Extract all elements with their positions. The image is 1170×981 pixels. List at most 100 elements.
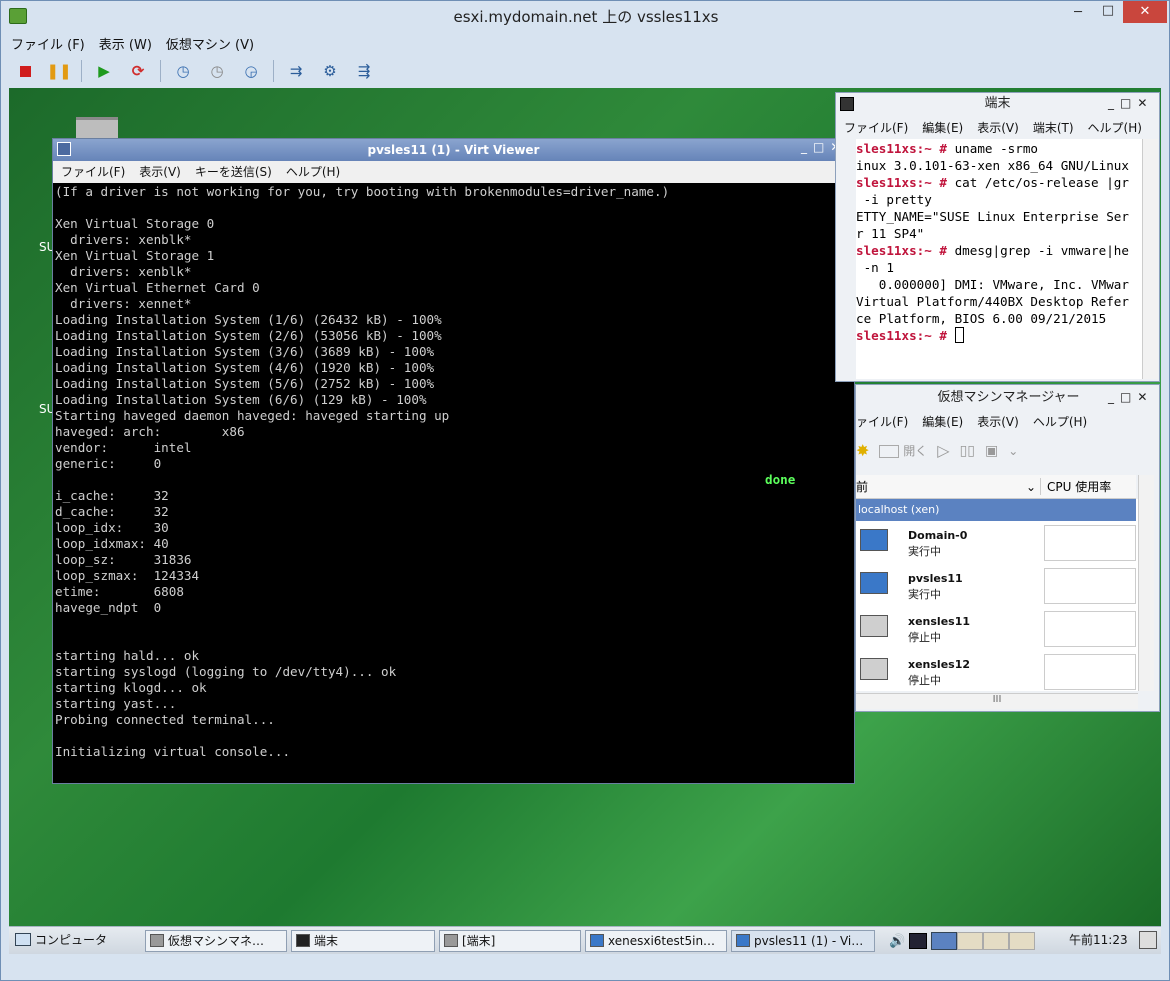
menu-vm[interactable]: 仮想マシン (V) — [166, 34, 254, 54]
vm-row-xensles12[interactable]: xensles12 停止中 — [856, 650, 1136, 693]
vm-manager-toolbar: ✸ 開く ▷ ▯▯ ▣ ⌄ — [856, 441, 1018, 460]
console-line: Loading Installation System (5/6) (2752 … — [55, 376, 435, 391]
play-icon[interactable]: ▶ — [90, 58, 118, 84]
menu-file[interactable]: ファイル(F) — [844, 119, 908, 136]
terminal-text: 0.000000] DMI: VMware, Inc. VMwar — [856, 277, 1129, 292]
pause-icon[interactable]: ❚❚ — [45, 58, 73, 84]
menu-edit[interactable]: 編集(E) — [922, 119, 963, 136]
new-vm-icon[interactable]: ✸ — [856, 441, 869, 460]
console-line: Loading Installation System (6/6) (129 k… — [55, 392, 427, 407]
settings-icon[interactable]: ⚙ — [316, 58, 344, 84]
console-line: Xen Virtual Ethernet Card 0 — [55, 280, 260, 295]
window-controls[interactable]: _□✕ — [1108, 390, 1153, 404]
terminal-menu: ファイル(F) 編集(E) 表示(V) 端末(T) ヘルプ(H) — [844, 119, 1142, 136]
menu-view[interactable]: 表示 (W) — [99, 34, 152, 54]
console-line: etime: 6808 — [55, 584, 184, 599]
vm-manager-icon — [150, 934, 164, 947]
shell-prompt: sles11xs:~ # — [856, 175, 955, 190]
menu-view[interactable]: 表示(V) — [977, 413, 1019, 430]
menu-terminal[interactable]: 端末(T) — [1033, 119, 1074, 136]
window-title: esxi.mydomain.net 上の vssles11xs — [453, 8, 719, 26]
menu-help[interactable]: ヘルプ(H) — [286, 163, 340, 180]
workspace-switcher[interactable] — [931, 932, 1036, 950]
snapshot-manager-icon[interactable]: ◶ — [237, 58, 265, 84]
done-status: done — [765, 472, 796, 487]
virt-viewer-menu: ファイル(F) 表示(V) キーを送信(S) ヘルプ(H) — [61, 163, 340, 180]
task-vm-manager[interactable]: 仮想マシンマネ… — [145, 930, 287, 952]
minimize-button[interactable]: ─ — [1063, 5, 1093, 25]
column-cpu-usage[interactable]: CPU 使用率 — [1040, 478, 1111, 495]
terminal-line: sles11xs:~ # cat /etc/os-release |gr — [856, 174, 1142, 191]
chevron-down-icon[interactable]: ⌄ — [1026, 480, 1040, 494]
terminal-line: sles11xs:~ # uname -srmo — [856, 140, 1142, 157]
terminal-text: inux 3.0.101-63-xen x86_64 GNU/Linux — [856, 158, 1129, 173]
horizontal-scrollbar[interactable]: III — [856, 693, 1138, 709]
show-desktop-icon[interactable] — [1139, 931, 1157, 949]
chevron-down-icon[interactable]: ⌄ — [1008, 444, 1018, 458]
menu-help[interactable]: ヘルプ(H) — [1088, 119, 1142, 136]
column-name[interactable]: 前 — [856, 478, 1026, 495]
task-pvsles11[interactable]: pvsles11 (1) - Vi… — [731, 930, 875, 952]
vm-row-pvsles11[interactable]: pvsles11 実行中 — [856, 564, 1136, 607]
host-group-row[interactable]: localhost (xen) — [856, 499, 1136, 521]
network-icon[interactable] — [909, 933, 928, 949]
vm-state: 停止中 — [908, 631, 941, 644]
console-line: generic: 0 — [55, 456, 162, 471]
vm-name: pvsles11 — [908, 572, 963, 585]
menu-view[interactable]: 表示(V) — [139, 163, 181, 180]
maximize-button[interactable]: □ — [1093, 3, 1123, 23]
run-icon[interactable]: ▷ — [937, 441, 949, 460]
restart-icon[interactable]: ⟳ — [124, 58, 152, 84]
computer-menu-button[interactable]: コンピュータ — [11, 930, 107, 952]
shutdown-icon[interactable]: ▣ — [985, 443, 998, 459]
clock[interactable]: 午前11:23 — [1069, 930, 1128, 950]
menu-view[interactable]: 表示(V) — [977, 119, 1019, 136]
cpu-usage-graph — [1044, 654, 1136, 690]
terminal-text: dmesg|grep -i vmware|he — [954, 243, 1129, 258]
console-line: loop_szmax: 124334 — [55, 568, 200, 583]
task-xenesxi[interactable]: xenesxi6test5in… — [585, 930, 727, 952]
task-terminal-2[interactable]: [端末] — [439, 930, 581, 952]
terminal-text: -n 1 — [856, 260, 894, 275]
menu-file[interactable]: ファイル(F) — [61, 163, 125, 180]
vm-row-xensles11[interactable]: xensles11 停止中 — [856, 607, 1136, 650]
vm-stopped-icon — [860, 658, 888, 680]
menu-file[interactable]: ァイル(F) — [856, 413, 908, 430]
stop-icon[interactable] — [11, 58, 39, 84]
pause-icon[interactable]: ▯▯ — [960, 443, 975, 459]
terminal-line: Virtual Platform/440BX Desktop Refer — [856, 293, 1142, 310]
guest-console[interactable]: (If a driver is not working for you, try… — [53, 183, 854, 783]
terminal-text: ce Platform, BIOS 6.00 09/21/2015 — [856, 311, 1107, 326]
vm-list-header: 前 ⌄ CPU 使用率 — [856, 475, 1136, 499]
volume-icon[interactable]: 🔊 — [889, 934, 905, 949]
console-line: Starting haveged daemon haveged: haveged… — [55, 408, 450, 423]
window-controls[interactable]: _□✕ — [1108, 96, 1153, 110]
folder-icon[interactable] — [76, 117, 118, 139]
menu-help[interactable]: ヘルプ(H) — [1033, 413, 1087, 430]
console-icon[interactable]: ⇉ — [282, 58, 310, 84]
devices-icon[interactable]: ⇶ — [350, 58, 378, 84]
snapshot-revert-icon[interactable]: ◷ — [203, 58, 231, 84]
terminal-text: ETTY_NAME="SUSE Linux Enterprise Ser — [856, 209, 1129, 224]
shell-prompt: sles11xs:~ # — [856, 328, 955, 343]
terminal-output[interactable]: sles11xs:~ # uname -srmo inux 3.0.101-63-… — [856, 139, 1142, 379]
cpu-usage-graph — [1044, 611, 1136, 647]
scrollbar[interactable] — [1142, 139, 1158, 379]
terminal-text: Virtual Platform/440BX Desktop Refer — [856, 294, 1129, 309]
vertical-scrollbar[interactable] — [1138, 475, 1154, 691]
task-terminal[interactable]: 端末 — [291, 930, 435, 952]
snapshot-icon[interactable]: ◷ — [169, 58, 197, 84]
menu-file[interactable]: ファイル (F) — [11, 34, 85, 54]
terminal-text: r 11 SP4" — [856, 226, 925, 241]
vm-row-domain-0[interactable]: Domain-0 実行中 — [856, 521, 1136, 564]
close-button[interactable]: ✕ — [1123, 1, 1167, 23]
open-button[interactable]: 開く — [879, 442, 927, 459]
menu-send-key[interactable]: キーを送信(S) — [195, 163, 272, 180]
menu-edit[interactable]: 編集(E) — [922, 413, 963, 430]
console-line: Loading Installation System (2/6) (53056… — [55, 328, 442, 343]
terminal-icon — [444, 934, 458, 947]
